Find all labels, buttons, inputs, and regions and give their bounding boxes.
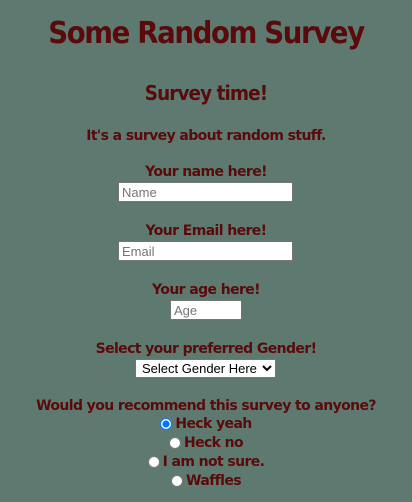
recommend-radio-not-sure[interactable]	[147, 456, 160, 468]
gender-select[interactable]: Select Gender Here	[135, 359, 276, 378]
recommend-option-not-sure[interactable]: I am not sure.	[0, 454, 412, 472]
recommend-radio-heck-no[interactable]	[168, 437, 181, 449]
recommend-radio-waffles[interactable]	[171, 475, 183, 487]
recommend-option-waffles[interactable]: Waffles	[0, 473, 412, 491]
recommend-option-label: Waffles	[186, 473, 242, 489]
survey-page: Some Random Survey Survey time! It's a s…	[0, 0, 412, 502]
age-input[interactable]	[170, 300, 242, 320]
email-label: Your Email here!	[145, 223, 268, 239]
recommend-option-label: Heck no	[183, 435, 244, 451]
recommend-label: Would you recommend this survey to anyon…	[36, 398, 376, 414]
recommend-option-label: I am not sure.	[162, 454, 265, 470]
survey-description: It's a survey about random stuff.	[86, 128, 326, 144]
page-subtitle: Survey time!	[144, 81, 268, 105]
name-label: Your name here!	[145, 164, 267, 180]
age-label: Your age here!	[152, 282, 261, 298]
name-input[interactable]	[118, 182, 293, 202]
recommend-radio-heck-yeah[interactable]	[160, 418, 173, 430]
recommend-option-heck-yeah[interactable]: Heck yeah	[0, 416, 412, 434]
recommend-option-heck-no[interactable]: Heck no	[0, 435, 412, 453]
email-input[interactable]	[118, 241, 293, 261]
gender-label: Select your preferred Gender!	[95, 341, 317, 357]
recommend-option-label: Heck yeah	[175, 416, 252, 432]
page-title: Some Random Survey	[48, 16, 365, 51]
